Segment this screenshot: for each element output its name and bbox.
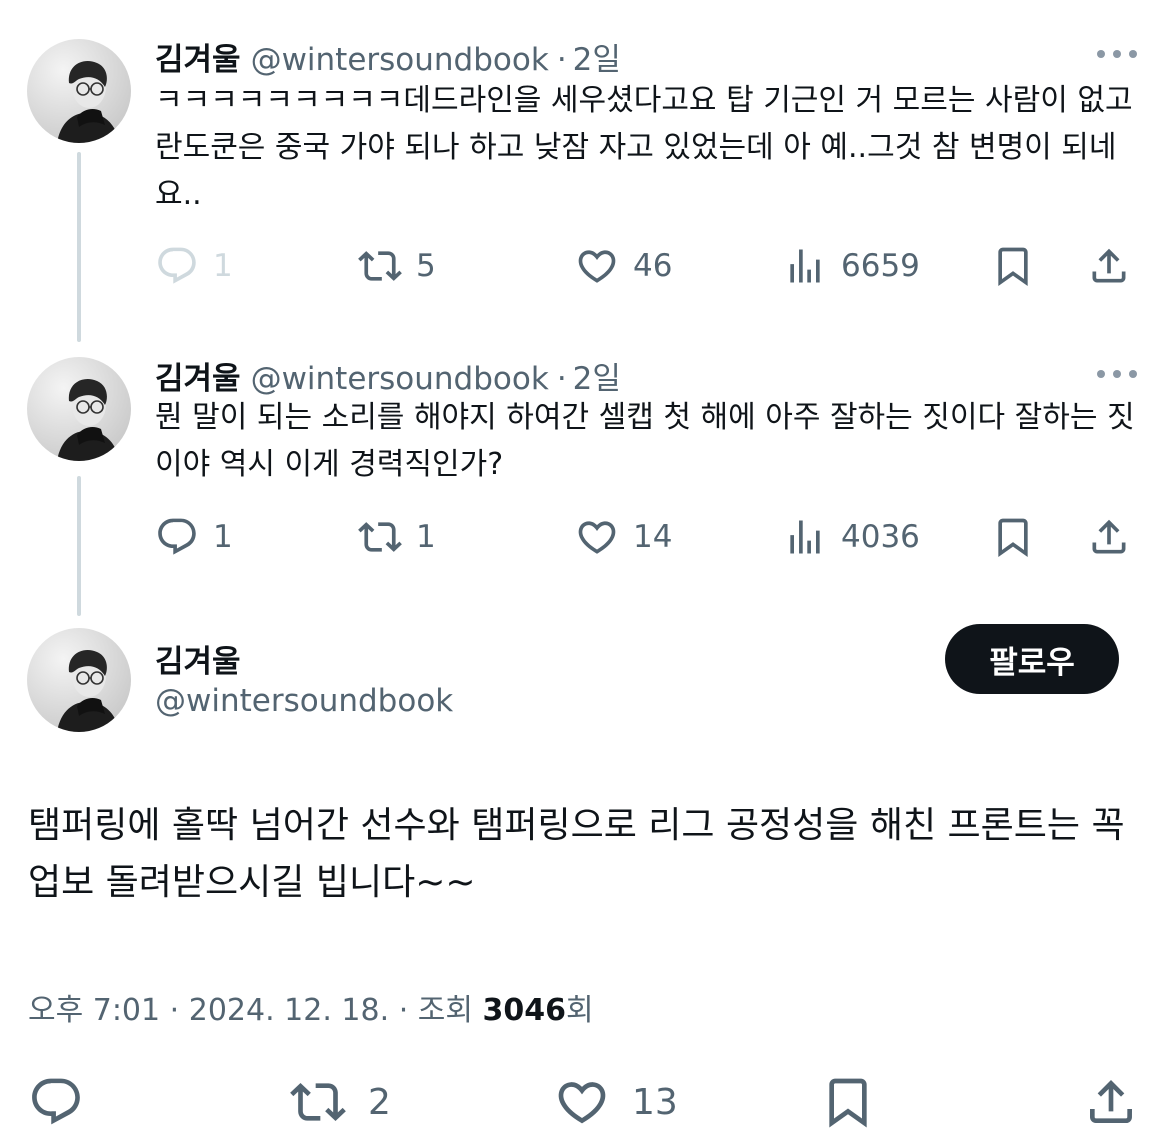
views-button[interactable]: 6659 [783,236,920,296]
tweet-header: 김겨울 @wintersoundbook · 2일 [155,353,621,398]
reply-icon [158,247,196,284]
share-icon [1092,519,1126,554]
tweet-date[interactable]: 2024. 12. 18. [189,993,389,1028]
separator: · [556,42,567,78]
thread-line [77,152,81,342]
like-count: 46 [633,248,673,284]
display-name[interactable]: 김겨울 [155,42,241,78]
handle[interactable]: @wintersoundbook [251,361,549,397]
reply-icon [32,1078,80,1125]
views-prefix: · 조회 [398,993,473,1028]
avatar[interactable] [27,39,131,143]
retweet-count: 5 [416,248,436,284]
like-count: 13 [632,1081,678,1123]
views-count: 6659 [841,248,920,284]
like-icon [578,250,616,283]
main-tweet-actions: 2 13 [28,1070,1143,1134]
retweet-count: 1 [416,519,436,555]
retweet-icon [358,522,402,552]
retweet-button[interactable]: 2 [290,1070,391,1134]
tweet-age[interactable]: 2일 [573,42,621,78]
more-icon[interactable] [1095,44,1139,64]
tweet-actions: 1 5 46 6659 [155,236,1145,296]
retweet-icon [290,1083,346,1121]
views-button[interactable]: 4036 [783,507,920,567]
like-icon [578,521,616,554]
views-suffix: 회 [566,993,594,1028]
like-button[interactable]: 46 [575,236,672,296]
more-icon[interactable] [1095,364,1139,384]
bookmark-button[interactable] [820,1070,876,1134]
bookmark-icon [829,1078,867,1128]
views-count: 3046 [482,993,567,1028]
views-count: 4036 [841,519,920,555]
reply-button[interactable]: 1 [155,236,233,296]
tweet-text: 뭔 말이 되는 소리를 해야지 하여간 셀캡 첫 해에 아주 잘하는 짓이다 잘… [155,400,1135,482]
like-button[interactable]: 14 [575,507,672,567]
separator: · [556,361,567,397]
share-button[interactable] [1087,507,1131,567]
bookmark-button[interactable] [991,236,1035,296]
share-icon [1090,1080,1132,1123]
handle[interactable]: @wintersoundbook [251,42,549,78]
reply-icon [158,518,196,555]
thread-line [77,476,81,616]
retweet-button[interactable]: 1 [358,507,436,567]
bookmark-icon [998,518,1028,558]
views-icon [790,249,820,283]
reply-button[interactable] [28,1070,84,1134]
reply-count: 1 [213,248,233,284]
share-button[interactable] [1083,1070,1139,1134]
display-name[interactable]: 김겨울 [155,361,241,397]
separator: · [169,993,180,1028]
retweet-icon [358,251,402,281]
avatar[interactable] [27,357,131,461]
share-icon [1092,248,1126,283]
reply-count: 1 [213,519,233,555]
tweet-time[interactable]: 오후 7:01 [28,993,160,1028]
reply-button[interactable]: 1 [155,507,233,567]
follow-button[interactable]: 팔로우 [945,624,1119,694]
bookmark-icon [998,247,1028,287]
tweet-text: 탬퍼링에 홀딱 넘어간 선수와 탬퍼링으로 리그 공정성을 해친 프론트는 꼭 … [28,805,1125,903]
tweet-text: ㅋㅋㅋㅋㅋㅋㅋㅋㅋ데드라인을 세우셨다고요 탑 기근인 거 모르는 사람이 없고… [155,83,1133,212]
like-button[interactable]: 13 [554,1070,678,1134]
tweet-header: 김겨울 @wintersoundbook · 2일 [155,34,621,79]
handle[interactable]: @wintersoundbook [155,683,453,719]
retweet-count: 2 [368,1081,391,1123]
avatar[interactable] [27,628,131,732]
share-button[interactable] [1087,236,1131,296]
tweet-timestamp: 오후 7:01 · 2024. 12. 18. · 조회 3046회 [28,985,594,1029]
like-count: 14 [633,519,673,555]
retweet-button[interactable]: 5 [358,236,436,296]
views-icon [790,520,820,554]
tweet-age[interactable]: 2일 [573,361,621,397]
bookmark-button[interactable] [991,507,1035,567]
like-icon [558,1082,606,1124]
display-name[interactable]: 김겨울 [155,636,241,681]
tweet-actions: 1 1 14 4036 [155,507,1145,567]
